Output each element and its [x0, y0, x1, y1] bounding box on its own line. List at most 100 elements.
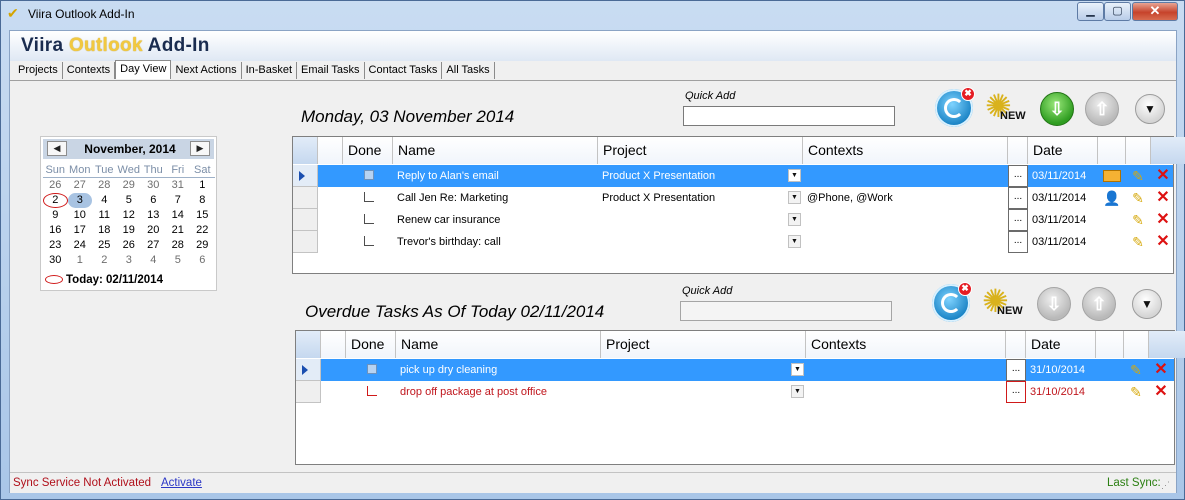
calendar-day[interactable]: 12: [117, 208, 142, 223]
maximize-button[interactable]: ▢: [1104, 2, 1131, 21]
day-column-header[interactable]: Name: [393, 137, 598, 164]
row-header[interactable]: [293, 209, 318, 231]
task-project[interactable]: Product X Presentation: [598, 165, 785, 187]
calendar-day[interactable]: 8: [190, 193, 215, 208]
calendar-day[interactable]: 14: [166, 208, 191, 223]
task-name[interactable]: Trevor's birthday: call: [393, 231, 598, 253]
project-combo-dropdown-icon[interactable]: ▼: [788, 235, 801, 248]
project-combo-dropdown-icon[interactable]: ▼: [788, 169, 801, 182]
calendar-day[interactable]: 5: [117, 193, 142, 208]
done-checkbox[interactable]: [364, 236, 374, 246]
overdue-new-task-icon[interactable]: ✺ NEW: [982, 285, 1024, 323]
overdue-column-header[interactable]: Date: [1026, 331, 1096, 358]
calendar-day[interactable]: 27: [141, 238, 166, 253]
task-project[interactable]: [598, 209, 785, 231]
task-contexts[interactable]: [803, 165, 1008, 187]
calendar-day[interactable]: 3: [67, 193, 92, 208]
calendar-day[interactable]: 15: [190, 208, 215, 223]
calendar-day[interactable]: 1: [68, 253, 93, 268]
title-bar[interactable]: ✔ Viira Outlook Add-In ▁ ▢ ✕: [1, 1, 1184, 27]
task-date[interactable]: 03/11/2014: [1028, 187, 1098, 209]
edit-pencil-icon[interactable]: ✎: [1130, 234, 1146, 250]
calendar-day[interactable]: 20: [141, 223, 166, 238]
day-column-header[interactable]: Done: [343, 137, 393, 164]
calendar-day[interactable]: 28: [166, 238, 191, 253]
calendar-day[interactable]: 10: [68, 208, 93, 223]
task-contexts[interactable]: @Phone, @Work: [803, 187, 1008, 209]
calendar-prev-button[interactable]: ◀: [47, 141, 67, 156]
resize-grip-icon[interactable]: ⋰: [1161, 481, 1173, 493]
overdue-column-header[interactable]: Name: [396, 331, 601, 358]
month-calendar[interactable]: ◀ November, 2014 ▶ Sun Mon Tue Wed Thu Fri Sat…: [40, 136, 217, 291]
contexts-picker-button[interactable]: ...: [1008, 231, 1028, 253]
task-contexts[interactable]: [803, 231, 1008, 253]
calendar-day[interactable]: 31: [166, 178, 191, 193]
done-checkbox[interactable]: [364, 170, 374, 180]
task-name[interactable]: pick up dry cleaning: [396, 359, 601, 381]
task-project[interactable]: [601, 359, 788, 381]
calendar-day[interactable]: 6: [190, 253, 215, 268]
edit-pencil-icon[interactable]: ✎: [1130, 168, 1146, 184]
overdue-sync-icon[interactable]: ✖: [932, 282, 972, 322]
calendar-today-link[interactable]: Today: 02/11/2014: [45, 274, 163, 286]
overdue-move-up-icon[interactable]: ⇧: [1082, 287, 1116, 321]
task-contexts[interactable]: [803, 209, 1008, 231]
contexts-picker-button[interactable]: ...: [1006, 381, 1026, 403]
task-project[interactable]: [601, 381, 788, 403]
calendar-day[interactable]: 17: [68, 223, 93, 238]
calendar-day[interactable]: 23: [43, 238, 68, 253]
delete-x-icon[interactable]: ✕: [1155, 212, 1171, 228]
activate-link[interactable]: Activate: [161, 477, 202, 489]
done-checkbox[interactable]: [367, 386, 377, 396]
table-row[interactable]: Reply to Alan's email Product X Presentat…: [293, 165, 1173, 187]
project-combo-dropdown-icon[interactable]: ▼: [788, 191, 801, 204]
delete-x-icon[interactable]: ✕: [1153, 362, 1169, 378]
day-new-task-icon[interactable]: ✺ NEW: [985, 90, 1027, 128]
calendar-day[interactable]: 29: [190, 238, 215, 253]
delete-x-icon[interactable]: ✕: [1155, 190, 1171, 206]
minimize-button[interactable]: ▁: [1077, 2, 1104, 21]
tab-projects[interactable]: Projects: [14, 62, 63, 79]
calendar-day[interactable]: 30: [43, 253, 68, 268]
task-date[interactable]: 31/10/2014: [1026, 381, 1096, 403]
calendar-day[interactable]: 6: [141, 193, 166, 208]
calendar-day[interactable]: 2: [43, 193, 68, 208]
calendar-day[interactable]: 22: [190, 223, 215, 238]
calendar-day[interactable]: 29: [117, 178, 142, 193]
day-column-header[interactable]: Contexts: [803, 137, 1008, 164]
calendar-day[interactable]: 24: [68, 238, 93, 253]
close-button[interactable]: ✕: [1132, 2, 1178, 21]
tab-contact-tasks[interactable]: Contact Tasks: [365, 62, 443, 79]
task-project[interactable]: Product X Presentation: [598, 187, 785, 209]
calendar-day[interactable]: 2: [92, 253, 117, 268]
calendar-day[interactable]: 18: [92, 223, 117, 238]
row-header[interactable]: [296, 381, 321, 403]
row-header[interactable]: [293, 187, 318, 209]
table-row[interactable]: Trevor's birthday: call ▼... 03/11/2014 ✎ ✕: [293, 231, 1173, 253]
delete-x-icon[interactable]: ✕: [1155, 168, 1171, 184]
project-combo-dropdown-icon[interactable]: ▼: [788, 213, 801, 226]
calendar-next-button[interactable]: ▶: [190, 141, 210, 156]
table-row[interactable]: drop off package at post office ▼... 31/10…: [296, 381, 1174, 403]
task-name[interactable]: Call Jen Re: Marketing: [393, 187, 598, 209]
calendar-day[interactable]: 21: [166, 223, 191, 238]
overdue-column-header[interactable]: Done: [346, 331, 396, 358]
calendar-day[interactable]: 13: [141, 208, 166, 223]
contact-icon[interactable]: 👤: [1103, 190, 1120, 206]
task-date[interactable]: 03/11/2014: [1028, 209, 1098, 231]
calendar-day[interactable]: 26: [117, 238, 142, 253]
task-name[interactable]: Reply to Alan's email: [393, 165, 598, 187]
delete-x-icon[interactable]: ✕: [1155, 234, 1171, 250]
calendar-day[interactable]: 5: [166, 253, 191, 268]
overdue-quick-add-input[interactable]: [680, 301, 892, 321]
edit-pencil-icon[interactable]: ✎: [1130, 190, 1146, 206]
contexts-picker-button[interactable]: ...: [1008, 165, 1028, 187]
overdue-move-down-icon[interactable]: ⇩: [1037, 287, 1071, 321]
calendar-day[interactable]: 7: [166, 193, 191, 208]
calendar-day[interactable]: 26: [43, 178, 68, 193]
tab-next-actions[interactable]: Next Actions: [171, 62, 242, 79]
calendar-day[interactable]: 27: [68, 178, 93, 193]
calendar-day[interactable]: 4: [92, 193, 117, 208]
calendar-day[interactable]: 4: [141, 253, 166, 268]
day-move-down-icon[interactable]: ⇩: [1040, 92, 1074, 126]
